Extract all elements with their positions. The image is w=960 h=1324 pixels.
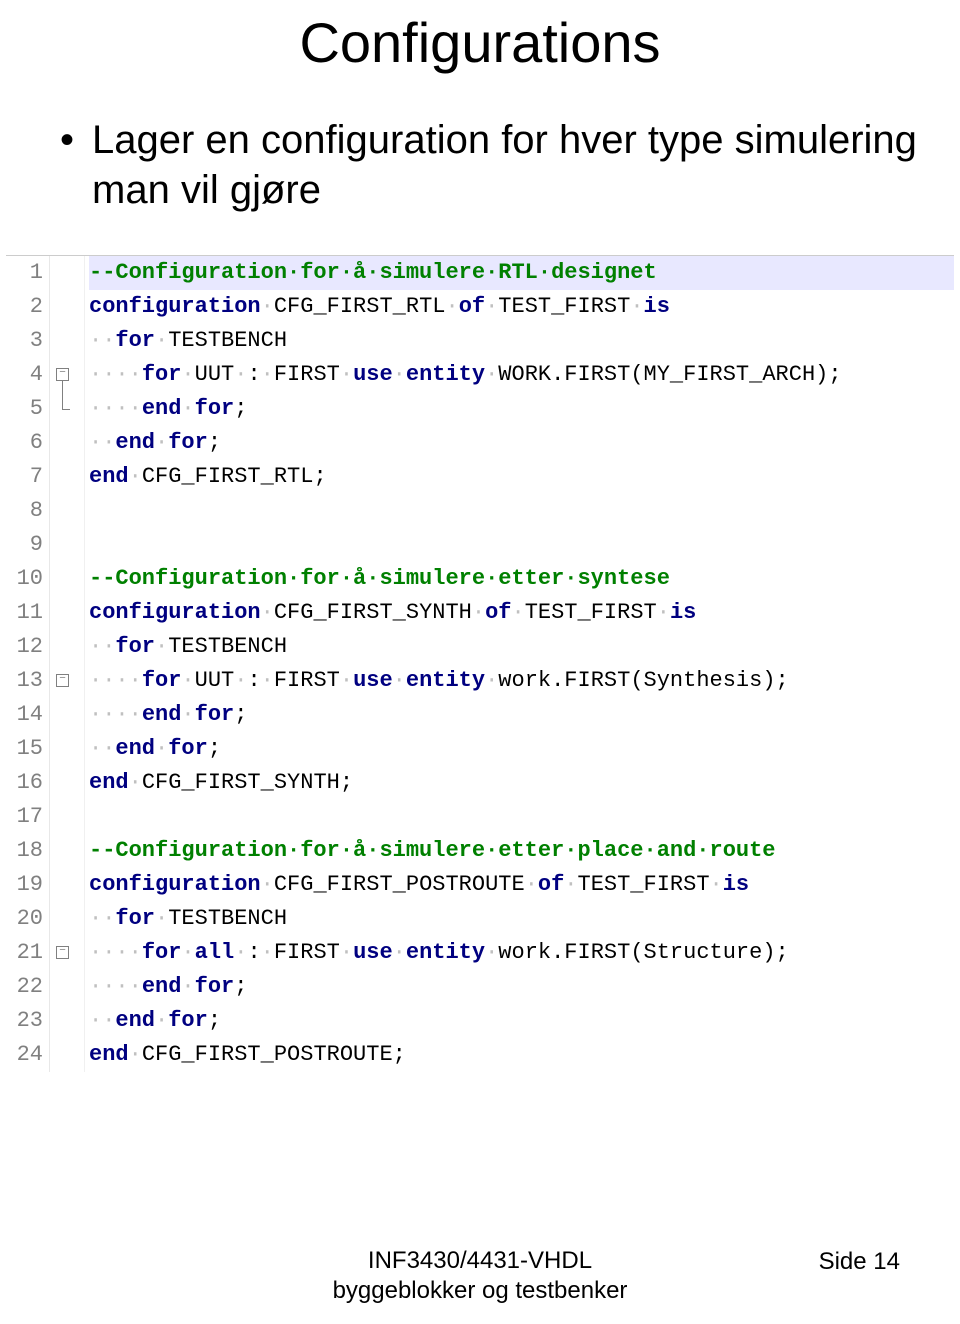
code-line: configuration·CFG_FIRST_POSTROUTE·of·TES… bbox=[89, 868, 954, 902]
slide-title: Configurations bbox=[0, 10, 960, 75]
fold-toggle-icon[interactable] bbox=[56, 368, 69, 381]
line-number: 17 bbox=[6, 800, 43, 834]
line-number: 8 bbox=[6, 494, 43, 528]
footer: INF3430/4431-VHDL byggeblokker og testbe… bbox=[0, 1246, 960, 1306]
code-line: end·CFG_FIRST_SYNTH; bbox=[89, 766, 954, 800]
code-line: --Configuration·for·å·simulere·etter·pla… bbox=[89, 834, 954, 868]
line-number: 13 bbox=[6, 664, 43, 698]
code-line: end·CFG_FIRST_RTL; bbox=[89, 460, 954, 494]
footer-line2: byggeblokker og testbenker bbox=[333, 1276, 628, 1306]
line-number: 1 bbox=[6, 256, 43, 290]
line-number: 12 bbox=[6, 630, 43, 664]
line-number: 6 bbox=[6, 426, 43, 460]
code-line: ··end·for; bbox=[89, 732, 954, 766]
code-line: ··end·for; bbox=[89, 426, 954, 460]
code-area: --Configuration·for·å·simulere·RTL·desig… bbox=[84, 256, 954, 1072]
code-line: ····end·for; bbox=[89, 392, 954, 426]
code-line: ··for·TESTBENCH bbox=[89, 630, 954, 664]
bullet-item: • Lager en configuration for hver type s… bbox=[60, 115, 920, 215]
line-number: 22 bbox=[6, 970, 43, 1004]
line-number: 4 bbox=[6, 358, 43, 392]
footer-line1: INF3430/4431-VHDL bbox=[333, 1246, 628, 1276]
line-number: 10 bbox=[6, 562, 43, 596]
line-number: 19 bbox=[6, 868, 43, 902]
code-line bbox=[89, 800, 954, 834]
code-line: ····for·all·:·FIRST·use·entity·work.FIRS… bbox=[89, 936, 954, 970]
line-number: 18 bbox=[6, 834, 43, 868]
line-number: 16 bbox=[6, 766, 43, 800]
code-line: ····for·UUT·:·FIRST·use·entity·WORK.FIRS… bbox=[89, 358, 954, 392]
line-number: 23 bbox=[6, 1004, 43, 1038]
code-line: end·CFG_FIRST_POSTROUTE; bbox=[89, 1038, 954, 1072]
code-line: configuration·CFG_FIRST_SYNTH·of·TEST_FI… bbox=[89, 596, 954, 630]
bullet-icon: • bbox=[60, 115, 74, 165]
line-number-gutter: 123456789101112131415161718192021222324 bbox=[6, 256, 50, 1072]
line-number: 24 bbox=[6, 1038, 43, 1072]
fold-toggle-icon[interactable] bbox=[56, 674, 69, 687]
line-number: 7 bbox=[6, 460, 43, 494]
line-number: 2 bbox=[6, 290, 43, 324]
line-number: 20 bbox=[6, 902, 43, 936]
fold-guide bbox=[62, 381, 63, 409]
code-line: --Configuration·for·å·simulere·RTL·desig… bbox=[89, 256, 954, 290]
code-editor: 123456789101112131415161718192021222324 … bbox=[6, 255, 954, 1072]
line-number: 11 bbox=[6, 596, 43, 630]
footer-center: INF3430/4431-VHDL byggeblokker og testbe… bbox=[333, 1246, 628, 1306]
fold-toggle-icon[interactable] bbox=[56, 946, 69, 959]
line-number: 15 bbox=[6, 732, 43, 766]
code-line: ····end·for; bbox=[89, 698, 954, 732]
fold-column bbox=[50, 256, 84, 1072]
code-line bbox=[89, 494, 954, 528]
line-number: 9 bbox=[6, 528, 43, 562]
bullet-text: Lager en configuration for hver type sim… bbox=[92, 115, 920, 215]
code-line: ··end·for; bbox=[89, 1004, 954, 1038]
code-line: ··for·TESTBENCH bbox=[89, 324, 954, 358]
slide: Configurations • Lager en configuration … bbox=[0, 0, 960, 1324]
line-number: 21 bbox=[6, 936, 43, 970]
bullet-list: • Lager en configuration for hver type s… bbox=[0, 115, 960, 215]
line-number: 5 bbox=[6, 392, 43, 426]
line-number: 3 bbox=[6, 324, 43, 358]
code-line: ··for·TESTBENCH bbox=[89, 902, 954, 936]
fold-guide bbox=[62, 409, 70, 410]
page-number: Side 14 bbox=[819, 1248, 900, 1276]
code-line: configuration·CFG_FIRST_RTL·of·TEST_FIRS… bbox=[89, 290, 954, 324]
code-line: ····end·for; bbox=[89, 970, 954, 1004]
code-line: --Configuration·for·å·simulere·etter·syn… bbox=[89, 562, 954, 596]
code-line bbox=[89, 528, 954, 562]
line-number: 14 bbox=[6, 698, 43, 732]
code-line: ····for·UUT·:·FIRST·use·entity·work.FIRS… bbox=[89, 664, 954, 698]
